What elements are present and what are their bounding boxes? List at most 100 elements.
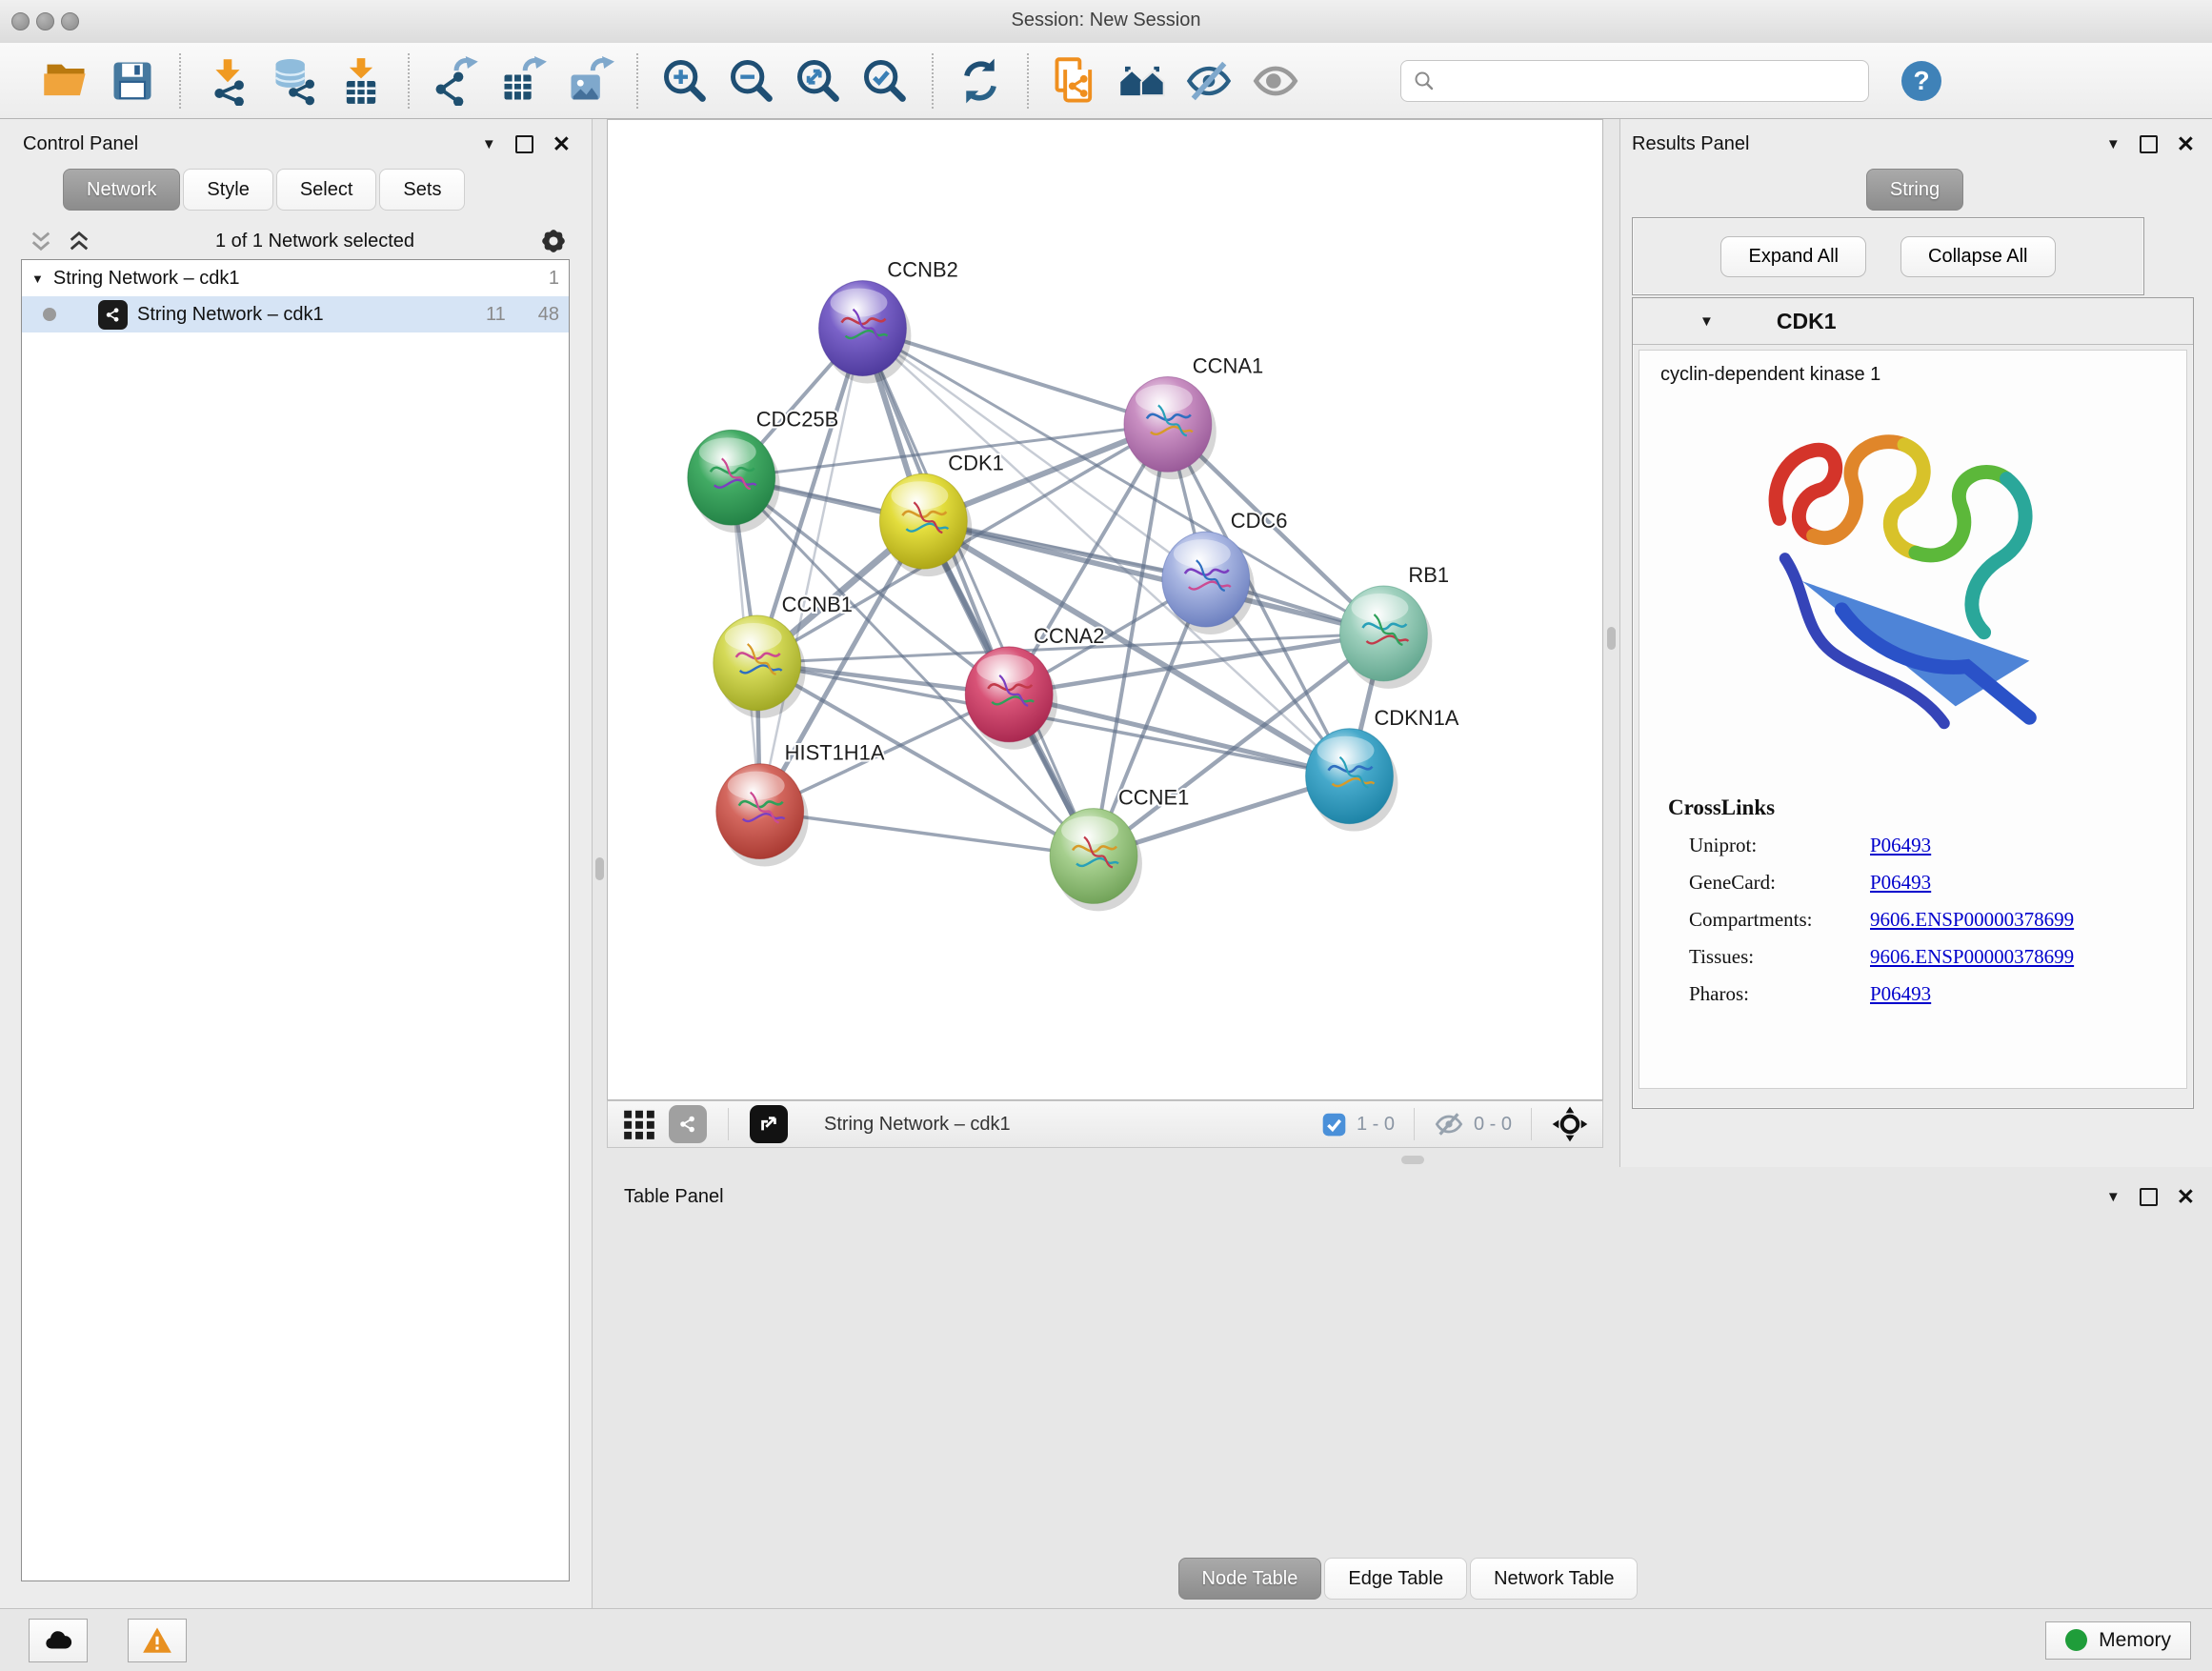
- string-node-details-box: ▼ CDK1 cyclin-dependent kinase 1: [1632, 297, 2194, 1109]
- network-node-HIST1H1A[interactable]: HIST1H1A: [716, 741, 885, 867]
- network-node-CCNB1[interactable]: CCNB1: [714, 593, 853, 718]
- network-edge[interactable]: [862, 329, 1094, 856]
- network-node-CDKN1A[interactable]: CDKN1A: [1306, 706, 1459, 832]
- crosslink-row: Compartments:9606.ENSP00000378699: [1689, 908, 2186, 932]
- node-count: 11: [486, 304, 506, 326]
- cloud-icon: [42, 1624, 74, 1657]
- table-panel-close-icon[interactable]: ✕: [2177, 1186, 2195, 1208]
- status-bar: Memory: [0, 1608, 2212, 1671]
- export-table-icon[interactable]: [498, 56, 548, 106]
- tab-select[interactable]: Select: [276, 169, 377, 211]
- network-node-CCNB2[interactable]: CCNB2: [819, 258, 958, 384]
- expand-all-icon[interactable]: [67, 229, 91, 253]
- control-panel-title: Control Panel: [23, 133, 138, 155]
- table-tabs: Node TableEdge TableNetwork Table: [607, 1558, 2212, 1600]
- crosslink-link[interactable]: P06493: [1870, 834, 1931, 857]
- crosslink-label: Tissues:: [1689, 945, 1870, 969]
- detach-view-icon[interactable]: [750, 1105, 788, 1143]
- export-network-icon[interactable]: [432, 56, 481, 106]
- right-splitter-handle[interactable]: [1607, 627, 1616, 650]
- open-session-icon[interactable]: [41, 56, 90, 106]
- horizontal-splitter-handle[interactable]: [1401, 1156, 1424, 1164]
- results-panel-menu-icon[interactable]: ▼: [2106, 136, 2121, 152]
- network-options-gear-icon[interactable]: [538, 226, 569, 256]
- import-table-icon[interactable]: [336, 56, 386, 106]
- hide-selected-icon[interactable]: [1184, 56, 1234, 106]
- refresh-layout-icon[interactable]: [955, 56, 1005, 106]
- show-all-icon[interactable]: [1251, 56, 1300, 106]
- table-panel-float-icon[interactable]: [2140, 1188, 2158, 1206]
- network-tree: ▼ String Network – cdk1 1 String Network…: [21, 259, 570, 1581]
- network-share-view-icon[interactable]: [669, 1105, 707, 1143]
- gene-description: cyclin-dependent kinase 1: [1639, 351, 2186, 386]
- network-edge[interactable]: [923, 521, 1383, 634]
- grid-view-icon[interactable]: [621, 1106, 657, 1142]
- collapse-all-icon[interactable]: [29, 229, 53, 253]
- zoom-out-icon[interactable]: [727, 56, 776, 106]
- results-panel-float-icon[interactable]: [2140, 135, 2158, 153]
- import-network-icon[interactable]: [203, 56, 252, 106]
- save-session-icon[interactable]: [108, 56, 157, 106]
- warnings-button[interactable]: [128, 1619, 187, 1662]
- left-splitter-handle[interactable]: [595, 857, 604, 880]
- control-panel-float-icon[interactable]: [515, 135, 533, 153]
- crosslink-link[interactable]: P06493: [1870, 982, 1931, 1006]
- node-label: CCNB2: [887, 258, 957, 282]
- import-network-from-database-icon[interactable]: [270, 56, 319, 106]
- help-button[interactable]: ?: [1901, 61, 1941, 101]
- network-view-title: String Network – cdk1: [824, 1114, 1011, 1136]
- gene-collapse-icon[interactable]: ▼: [1699, 313, 1714, 330]
- network-collection-row[interactable]: ▼ String Network – cdk1 1: [22, 260, 569, 296]
- network-node-CCNA1[interactable]: CCNA1: [1124, 353, 1263, 479]
- selection-summary: 1 of 1 Network selected: [91, 231, 538, 252]
- cloud-status-button[interactable]: [29, 1619, 88, 1662]
- crosslink-link[interactable]: 9606.ENSP00000378699: [1870, 908, 2074, 932]
- zoom-selected-icon[interactable]: [860, 56, 910, 106]
- create-view-from-selection-icon[interactable]: [1051, 56, 1100, 106]
- control-panel: Control Panel ▼ ✕ NetworkStyleSelectSets…: [0, 119, 593, 1608]
- selected-checkbox-icon[interactable]: [1321, 1112, 1347, 1137]
- control-panel-menu-icon[interactable]: ▼: [482, 136, 496, 152]
- tab-network-table[interactable]: Network Table: [1470, 1558, 1638, 1600]
- zoom-in-icon[interactable]: [660, 56, 710, 106]
- node-label: CDK1: [948, 451, 1004, 474]
- crosslinks-list: Uniprot:P06493GeneCard:P06493Compartment…: [1639, 834, 2186, 1006]
- network-canvas[interactable]: CCNB2CCNA1CDC25BCDK1CDC6RB1CCNB1CCNA2CDK…: [607, 119, 1603, 1100]
- collection-expand-icon[interactable]: ▼: [31, 272, 44, 286]
- tab-network[interactable]: Network: [63, 169, 180, 211]
- network-node-CDC6[interactable]: CDC6: [1162, 509, 1288, 634]
- search-box[interactable]: [1400, 60, 1869, 102]
- first-neighbors-icon[interactable]: [1117, 56, 1167, 106]
- tab-sets[interactable]: Sets: [379, 169, 465, 211]
- network-row[interactable]: String Network – cdk1 11 48: [22, 296, 569, 332]
- tab-style[interactable]: Style: [183, 169, 272, 211]
- network-label: String Network – cdk1: [137, 304, 324, 326]
- crosslink-row: GeneCard:P06493: [1689, 871, 2186, 895]
- results-panel-title: Results Panel: [1632, 133, 1749, 155]
- crosslink-row: Pharos:P06493: [1689, 982, 2186, 1006]
- expand-all-button[interactable]: Expand All: [1720, 236, 1866, 277]
- control-panel-close-icon[interactable]: ✕: [553, 133, 571, 155]
- network-edge[interactable]: [760, 812, 1094, 856]
- cytoscape-window: Session: New Session: [0, 0, 2212, 1671]
- tab-string[interactable]: String: [1866, 169, 1963, 211]
- network-node-RB1[interactable]: RB1: [1340, 563, 1450, 689]
- table-panel-title: Table Panel: [624, 1186, 724, 1208]
- gene-section-header[interactable]: ▼ CDK1: [1633, 298, 2193, 345]
- search-input[interactable]: [1443, 70, 1857, 92]
- crosslink-link[interactable]: P06493: [1870, 871, 1931, 895]
- control-panel-tabs: NetworkStyleSelectSets: [63, 169, 592, 211]
- results-panel-close-icon[interactable]: ✕: [2177, 133, 2195, 155]
- tab-node-table[interactable]: Node Table: [1178, 1558, 1322, 1600]
- birds-eye-view-icon[interactable]: [1551, 1105, 1589, 1143]
- memory-button[interactable]: Memory: [2045, 1621, 2191, 1660]
- tab-edge-table[interactable]: Edge Table: [1324, 1558, 1467, 1600]
- collapse-all-button[interactable]: Collapse All: [1900, 236, 2056, 277]
- table-panel-menu-icon[interactable]: ▼: [2106, 1189, 2121, 1205]
- zoom-fit-icon[interactable]: [794, 56, 843, 106]
- crosslink-link[interactable]: 9606.ENSP00000378699: [1870, 945, 2074, 969]
- string-actions-box: Expand All Collapse All: [1632, 217, 2144, 295]
- export-image-icon[interactable]: [565, 56, 614, 106]
- node-label: RB1: [1408, 563, 1449, 587]
- hidden-eye-icon[interactable]: [1434, 1109, 1464, 1139]
